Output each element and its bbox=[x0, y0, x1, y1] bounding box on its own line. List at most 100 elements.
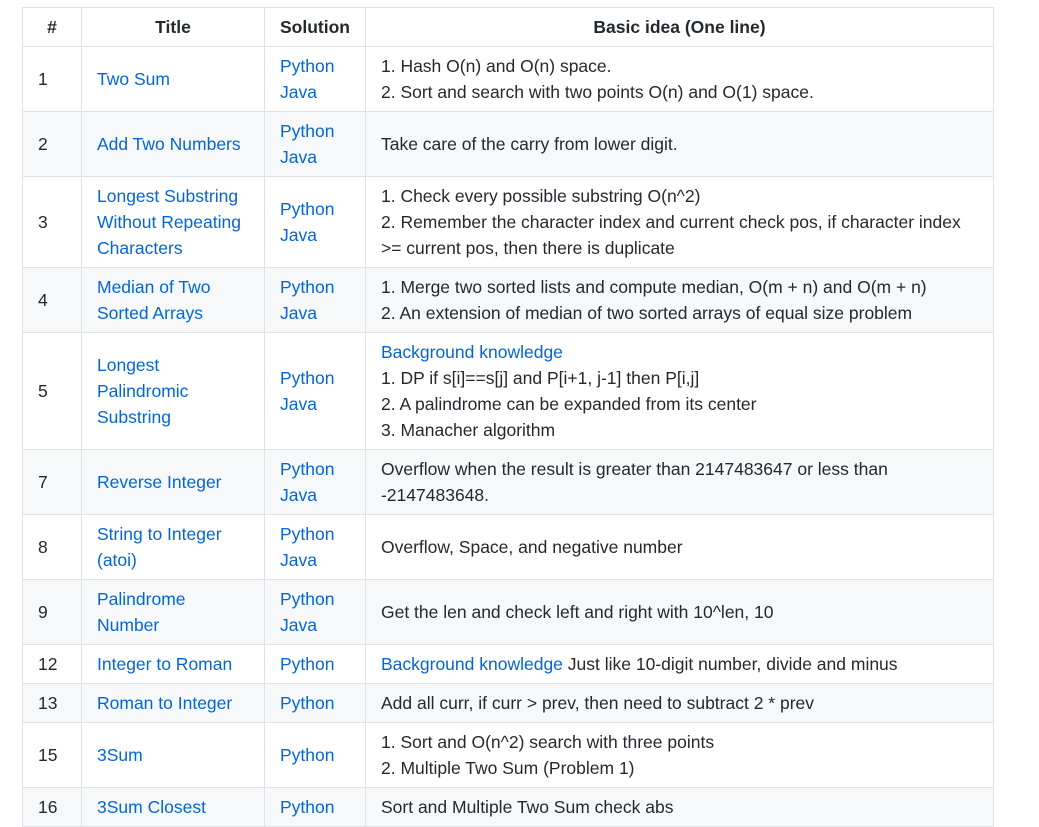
basic-idea-cell: Get the len and check left and right wit… bbox=[364, 579, 994, 645]
solution-link-python[interactable]: Python bbox=[280, 274, 350, 300]
problem-title-cell: Palindrome Number bbox=[81, 579, 265, 645]
solution-link-java[interactable]: Java bbox=[280, 144, 350, 170]
problem-title-link[interactable]: 3Sum bbox=[97, 745, 143, 765]
header-solution: Solution bbox=[264, 7, 366, 47]
background-knowledge-link[interactable]: Background knowledge bbox=[381, 342, 563, 362]
solution-link-python[interactable]: Python bbox=[280, 742, 350, 768]
header-title: Title bbox=[81, 7, 265, 47]
idea-line: Get the len and check left and right wit… bbox=[381, 599, 978, 625]
solution-link-java[interactable]: Java bbox=[280, 79, 350, 105]
solution-link-python[interactable]: Python bbox=[280, 365, 350, 391]
solution-link-python[interactable]: Python bbox=[280, 456, 350, 482]
solution-link-python[interactable]: Python bbox=[280, 118, 350, 144]
idea-text: 1. Sort and O(n^2) search with three poi… bbox=[380, 732, 715, 752]
problem-number: 4 bbox=[22, 267, 82, 333]
solution-link-python[interactable]: Python bbox=[280, 690, 350, 716]
idea-line: 1. DP if s[i]==s[j] and P[i+1, j-1] then… bbox=[381, 365, 978, 391]
solution-link-python[interactable]: Python bbox=[280, 794, 350, 820]
solution-cell: Python bbox=[264, 644, 366, 684]
problem-title-cell: Integer to Roman bbox=[81, 644, 265, 684]
basic-idea-cell: Take care of the carry from lower digit. bbox=[364, 111, 994, 177]
idea-text: Overflow when the result is greater than… bbox=[380, 459, 888, 505]
problem-title-link[interactable]: Add Two Numbers bbox=[97, 134, 241, 154]
problem-number: 2 bbox=[22, 111, 82, 177]
idea-line: 3. Manacher algorithm bbox=[381, 417, 978, 443]
idea-text: 3. Manacher algorithm bbox=[380, 420, 556, 440]
idea-line: Take care of the carry from lower digit. bbox=[381, 131, 978, 157]
solution-cell: Python Java bbox=[264, 176, 366, 268]
solution-cell: Python Java bbox=[264, 111, 366, 177]
basic-idea-cell: Add all curr, if curr > prev, then need … bbox=[364, 683, 994, 723]
idea-line: 2. Sort and search with two points O(n) … bbox=[381, 79, 978, 105]
problem-number: 3 bbox=[22, 176, 82, 268]
solution-link-java[interactable]: Java bbox=[280, 612, 350, 638]
solution-link-python[interactable]: Python bbox=[280, 53, 350, 79]
problem-title-link[interactable]: 3Sum Closest bbox=[97, 797, 206, 817]
problem-title-link[interactable]: Palindrome Number bbox=[97, 589, 186, 635]
basic-idea-cell: Background knowledge 1. DP if s[i]==s[j] … bbox=[364, 332, 994, 450]
problem-number: 13 bbox=[22, 683, 82, 723]
idea-text: 2. Remember the character index and curr… bbox=[380, 212, 961, 258]
problem-title-link[interactable]: String to Integer (atoi) bbox=[97, 524, 222, 570]
solution-link-java[interactable]: Java bbox=[280, 547, 350, 573]
table-row: 5 Longest Palindromic Substring Python Java… bbox=[22, 332, 994, 450]
idea-line: Sort and Multiple Two Sum check abs bbox=[381, 794, 978, 820]
basic-idea-cell: 1. Sort and O(n^2) search with three poi… bbox=[364, 722, 994, 788]
solution-link-python[interactable]: Python bbox=[280, 586, 350, 612]
idea-text: Take care of the carry from lower digit. bbox=[380, 134, 678, 154]
basic-idea-cell: Background knowledge Just like 10-digit … bbox=[364, 644, 994, 684]
idea-line: Background knowledge bbox=[381, 339, 978, 365]
problem-number: 15 bbox=[22, 722, 82, 788]
problem-number: 1 bbox=[22, 46, 82, 112]
solution-link-python[interactable]: Python bbox=[280, 651, 350, 677]
solution-link-java[interactable]: Java bbox=[280, 482, 350, 508]
problem-title-link[interactable]: Longest Substring Without Repeating Char… bbox=[97, 186, 241, 258]
idea-text: 2. Sort and search with two points O(n) … bbox=[380, 82, 814, 102]
solution-cell: Python Java bbox=[264, 449, 366, 515]
header-number: # bbox=[22, 7, 82, 47]
idea-text: Add all curr, if curr > prev, then need … bbox=[380, 693, 815, 713]
problem-number: 9 bbox=[22, 579, 82, 645]
idea-text: 1. Check every possible substring O(n^2) bbox=[380, 186, 701, 206]
idea-text: 1. Merge two sorted lists and compute me… bbox=[380, 277, 927, 297]
table-row: 12 Integer to Roman Python Background knowl… bbox=[22, 644, 994, 684]
problem-title-cell: Two Sum bbox=[81, 46, 265, 112]
table-body: 1 Two Sum Python Java 1. Hash O(n) and O(n) … bbox=[22, 46, 994, 827]
idea-line: 1. Merge two sorted lists and compute me… bbox=[381, 274, 978, 300]
idea-line: Add all curr, if curr > prev, then need … bbox=[381, 690, 978, 716]
table-row: 13 Roman to Integer Python Add all curr, if… bbox=[22, 683, 994, 723]
table-row: 9 Palindrome Number Python Java Get the len … bbox=[22, 579, 994, 645]
idea-text: Overflow, Space, and negative number bbox=[380, 537, 683, 557]
solution-cell: Python Java bbox=[264, 332, 366, 450]
problem-title-cell: String to Integer (atoi) bbox=[81, 514, 265, 580]
problem-title-cell: Reverse Integer bbox=[81, 449, 265, 515]
problem-title-link[interactable]: Median of Two Sorted Arrays bbox=[97, 277, 211, 323]
problem-title-link[interactable]: Integer to Roman bbox=[97, 654, 232, 674]
idea-line: 1. Hash O(n) and O(n) space. bbox=[381, 53, 978, 79]
solution-link-java[interactable]: Java bbox=[280, 391, 350, 417]
idea-line: 1. Sort and O(n^2) search with three poi… bbox=[381, 729, 978, 755]
idea-line: 2. Multiple Two Sum (Problem 1) bbox=[381, 755, 978, 781]
problem-title-cell: Add Two Numbers bbox=[81, 111, 265, 177]
problems-table: # Title Solution Basic idea (One line) 1… bbox=[22, 7, 994, 827]
problems-table-container: # Title Solution Basic idea (One line) 1… bbox=[22, 7, 994, 827]
idea-line: Overflow when the result is greater than… bbox=[381, 456, 978, 508]
problem-title-link[interactable]: Two Sum bbox=[97, 69, 170, 89]
problem-title-link[interactable]: Roman to Integer bbox=[97, 693, 232, 713]
basic-idea-cell: 1. Hash O(n) and O(n) space. 2. Sort and … bbox=[364, 46, 994, 112]
problem-title-cell: Longest Palindromic Substring bbox=[81, 332, 265, 450]
solution-link-java[interactable]: Java bbox=[280, 300, 350, 326]
idea-line: Background knowledge Just like 10-digit … bbox=[381, 651, 978, 677]
table-row: 7 Reverse Integer Python Java Overflow when … bbox=[22, 449, 994, 515]
background-knowledge-link[interactable]: Background knowledge bbox=[381, 654, 563, 674]
solution-link-python[interactable]: Python bbox=[280, 196, 350, 222]
problem-title-link[interactable]: Reverse Integer bbox=[97, 472, 222, 492]
solution-link-java[interactable]: Java bbox=[280, 222, 350, 248]
problem-number: 7 bbox=[22, 449, 82, 515]
problem-title-cell: Median of Two Sorted Arrays bbox=[81, 267, 265, 333]
idea-line: 2. An extension of median of two sorted … bbox=[381, 300, 978, 326]
problem-title-cell: Roman to Integer bbox=[81, 683, 265, 723]
problem-title-link[interactable]: Longest Palindromic Substring bbox=[97, 355, 188, 427]
table-row: 15 3Sum Python 1. Sort and O(n^2) search wi… bbox=[22, 722, 994, 788]
solution-link-python[interactable]: Python bbox=[280, 521, 350, 547]
